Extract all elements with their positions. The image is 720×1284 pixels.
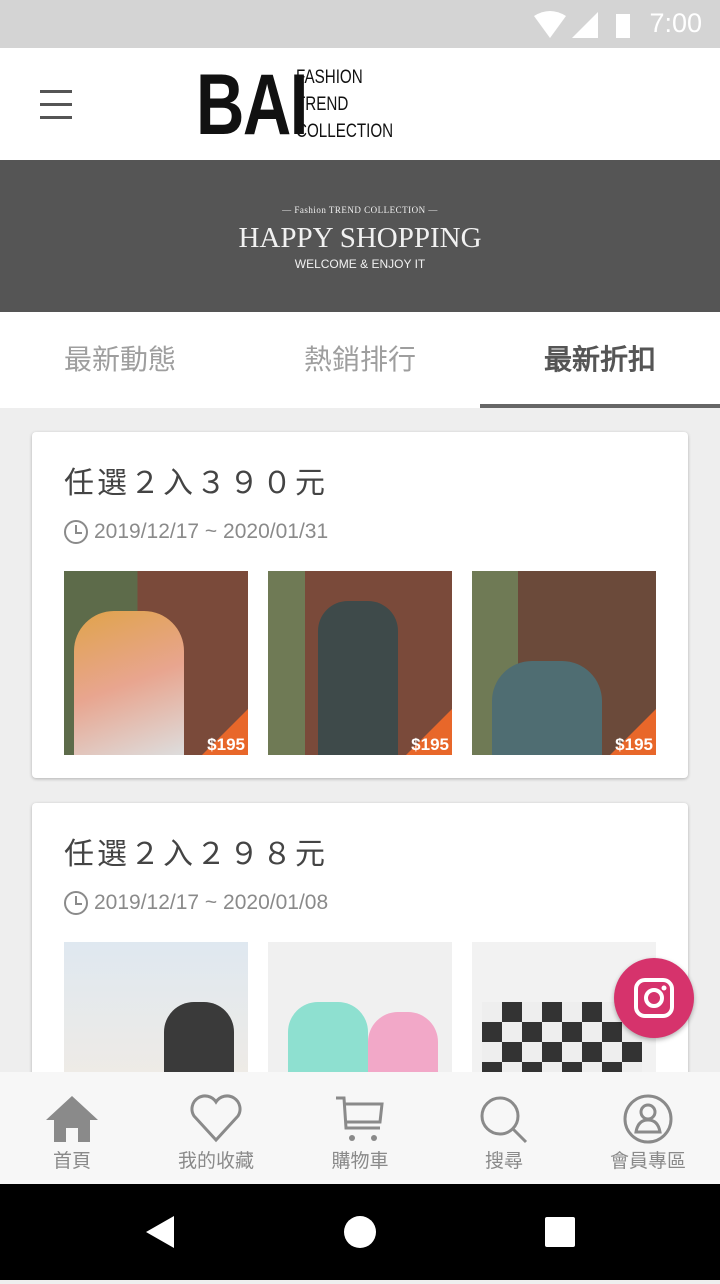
nav-search[interactable]: 搜尋 bbox=[432, 1072, 576, 1184]
back-button[interactable] bbox=[146, 1216, 174, 1248]
product-image[interactable]: $195 bbox=[64, 571, 248, 755]
nav-cart[interactable]: 購物車 bbox=[288, 1072, 432, 1184]
clock-icon bbox=[64, 520, 88, 544]
wifi-signal-icon bbox=[534, 11, 630, 38]
product-image[interactable]: $195 bbox=[472, 571, 656, 755]
clock: 7:00 bbox=[649, 8, 702, 38]
instagram-icon bbox=[634, 978, 674, 1018]
promotion-title: 任選２入２９８元 bbox=[64, 837, 328, 872]
product-image[interactable]: $195 bbox=[268, 571, 452, 755]
promotion-date: 2019/12/17 ~ 2020/01/31 bbox=[64, 520, 328, 544]
nav-favorites[interactable]: 我的收藏 bbox=[144, 1072, 288, 1184]
promotion-date: 2019/12/17 ~ 2020/01/08 bbox=[64, 891, 328, 915]
tab-best-sellers[interactable]: 熱銷排行 bbox=[240, 312, 480, 408]
home-button[interactable] bbox=[344, 1216, 376, 1248]
nav-member[interactable]: 會員專區 bbox=[576, 1072, 720, 1184]
nav-home[interactable]: 首頁 bbox=[0, 1072, 144, 1184]
home-icon bbox=[46, 1096, 98, 1142]
promotion-card[interactable]: 任選２入３９０元 2019/12/17 ~ 2020/01/31 $195 $1… bbox=[32, 432, 688, 778]
logo[interactable]: BAI FASHION TREND COLLECTION bbox=[196, 56, 417, 153]
logo-tagline: FASHION TREND COLLECTION bbox=[296, 67, 394, 142]
user-icon bbox=[623, 1094, 673, 1144]
status-bar: 7:00 bbox=[0, 0, 720, 48]
logo-text: BAI bbox=[196, 56, 308, 153]
hero-banner[interactable]: — Fashion TREND COLLECTION — HAPPY SHOPP… bbox=[0, 160, 720, 312]
app-header: BAI FASHION TREND COLLECTION bbox=[0, 48, 720, 160]
recents-button[interactable] bbox=[545, 1217, 575, 1247]
banner-tagline: WELCOME & ENJOY IT bbox=[294, 257, 426, 271]
promotion-title: 任選２入３９０元 bbox=[64, 466, 328, 501]
banner-title: HAPPY SHOPPING bbox=[238, 222, 482, 254]
heart-icon bbox=[190, 1094, 242, 1143]
tab-latest-discounts[interactable]: 最新折扣 bbox=[480, 312, 720, 408]
banner-subtitle: — Fashion TREND COLLECTION — bbox=[282, 205, 438, 215]
clock-icon bbox=[64, 891, 88, 915]
instagram-button[interactable] bbox=[614, 958, 694, 1038]
tab-bar: 最新動態 熱銷排行 最新折扣 bbox=[0, 312, 720, 408]
menu-icon[interactable] bbox=[40, 90, 72, 129]
cart-icon bbox=[336, 1096, 384, 1141]
tab-latest-news[interactable]: 最新動態 bbox=[0, 312, 240, 408]
bottom-navigation: 首頁 我的收藏 購物車 搜尋 會員專區 bbox=[0, 1072, 720, 1184]
android-nav-bar bbox=[0, 1184, 720, 1280]
search-icon bbox=[480, 1096, 528, 1144]
